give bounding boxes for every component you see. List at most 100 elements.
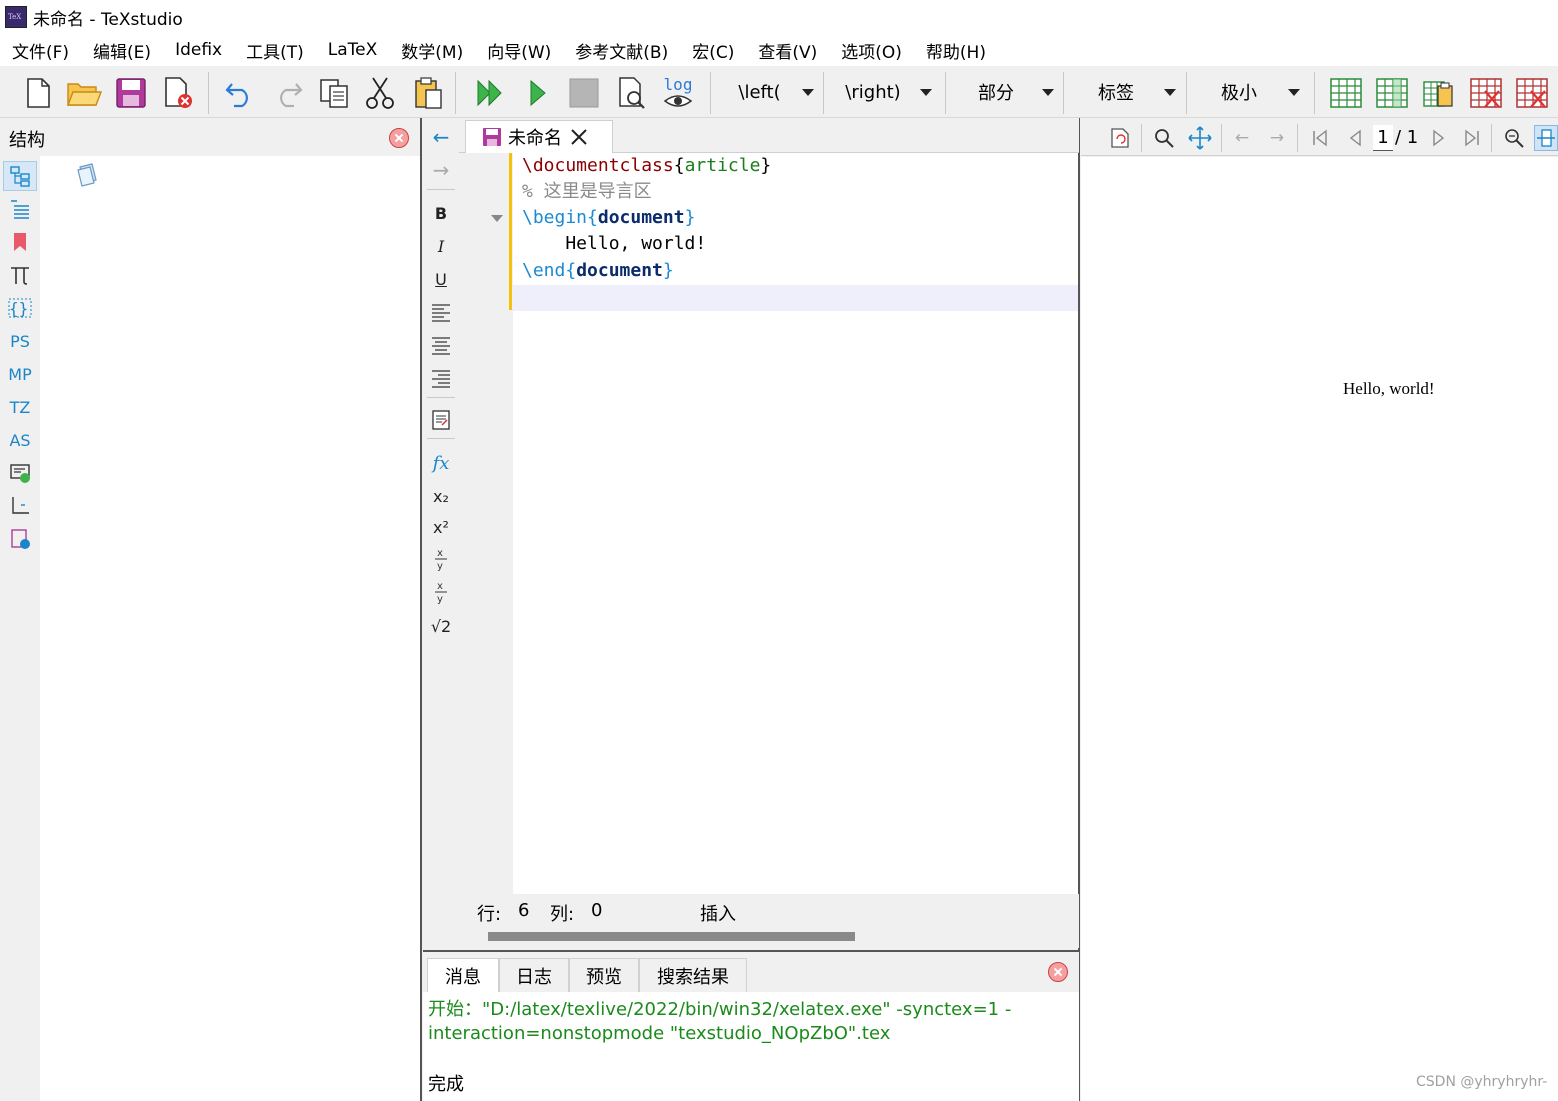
toc-list-icon[interactable] [3,194,37,224]
close-file-icon[interactable] [160,75,196,111]
insert-mode[interactable]: 插入 [700,900,736,926]
panel-splitter[interactable] [420,118,422,1101]
right-delimiter-combo[interactable]: \right) [826,76,938,108]
horizontal-scrollbar[interactable] [459,924,1079,948]
left-delimiter-value: \left( [738,81,781,103]
back-icon[interactable]: ← [1229,125,1255,151]
pan-move-icon[interactable] [1187,125,1213,151]
tab-preview[interactable]: 预览 [569,958,639,992]
fold-arrow-icon[interactable] [491,215,503,222]
code-command: \documentclass [522,155,674,176]
menu-file[interactable]: 文件(F) [0,38,81,63]
table-delete-column-icon[interactable] [1514,75,1550,111]
math-symbols-icon[interactable] [3,260,37,290]
code-argument: article [684,155,761,176]
side-tab-tz[interactable]: TZ [3,392,37,422]
view-log-icon[interactable]: log [660,75,696,111]
script-icon[interactable] [3,524,37,554]
structure-tree-icon[interactable] [3,161,37,191]
table-paste-icon[interactable] [1421,75,1457,111]
paste-icon[interactable] [410,75,446,111]
menu-math[interactable]: 数学(M) [389,38,475,63]
section-combo[interactable]: 部分 [950,76,1060,108]
menu-macros[interactable]: 宏(C) [680,38,746,63]
document-node-icon[interactable] [75,161,101,192]
compile-output-message: 开始："D:/latex/texlive/2022/bin/win32/xela… [428,999,1012,1044]
dfraction-icon[interactable]: xy [427,578,455,606]
function-button[interactable]: fx [427,449,455,477]
subscript-button[interactable]: x₂ [427,482,455,510]
editor-status-bar: 行: 6 列: 0 插入 [459,894,1079,926]
first-page-icon[interactable] [1307,125,1333,151]
fit-width-icon[interactable] [1534,125,1558,151]
underline-button[interactable]: U [427,265,455,293]
side-tab-as[interactable]: AS [3,425,37,455]
document-tab[interactable]: 未命名 [465,120,613,153]
stop-icon[interactable] [566,75,602,111]
close-messages-icon[interactable] [1048,962,1068,982]
menu-view[interactable]: 查看(V) [746,38,829,63]
cut-icon[interactable] [362,75,398,111]
close-structure-icon[interactable] [389,128,409,148]
save-icon[interactable] [113,75,149,111]
left-delimiter-combo[interactable]: \left( [717,76,820,108]
forward-icon[interactable]: → [1264,125,1290,151]
table-add-column-icon[interactable] [1374,75,1410,111]
redo-icon[interactable] [270,75,306,111]
new-file-icon[interactable] [20,75,56,111]
next-page-icon[interactable] [1425,125,1451,151]
compile-icon[interactable] [520,75,556,111]
view-pdf-icon[interactable] [614,75,650,111]
back-arrow-icon[interactable]: ← [427,123,455,151]
document-tab-label: 未命名 [508,128,562,149]
tab-messages[interactable]: 消息 [427,958,499,992]
menu-latex[interactable]: LaTeX [316,40,390,60]
menu-tools[interactable]: 工具(T) [234,38,316,63]
page-number-input[interactable]: 1 [1373,125,1393,151]
square-root-button[interactable]: √2 [427,612,455,640]
undo-icon[interactable] [222,75,258,111]
side-tab-mp[interactable]: MP [3,359,37,389]
close-tab-icon[interactable] [570,128,588,146]
menu-help[interactable]: 帮助(H) [914,38,998,63]
axis-icon[interactable] [3,491,37,521]
insert-text-icon[interactable] [427,406,455,434]
superscript-button[interactable]: x² [427,513,455,541]
open-folder-icon[interactable] [66,75,102,111]
copy-icon[interactable] [316,75,352,111]
table-icon[interactable] [1328,75,1364,111]
zoom-in-icon[interactable] [1501,125,1527,151]
user-templates-icon[interactable] [3,458,37,488]
menu-edit[interactable]: 编辑(E) [81,38,163,63]
build-and-view-icon[interactable] [472,75,508,111]
magnifier-icon[interactable] [1151,125,1177,151]
line-gutter [459,153,513,894]
bold-button[interactable]: B [427,199,455,227]
align-left-icon[interactable] [427,298,455,326]
align-center-icon[interactable] [427,331,455,359]
italic-button[interactable]: I [427,232,455,260]
align-right-icon[interactable] [427,364,455,392]
last-page-icon[interactable] [1459,125,1485,151]
label-combo[interactable]: 标签 [1068,76,1182,108]
document-tab-bar: 未命名 [459,118,1079,153]
menu-wizards[interactable]: 向导(W) [475,38,563,63]
menu-idefix[interactable]: Idefix [163,40,234,60]
forward-arrow-icon[interactable]: → [427,156,455,184]
code-argument: document [597,207,685,228]
pdf-page[interactable]: Hello, world! CSDN @yhryhryhr- [1081,157,1558,1101]
scrollbar-thumb[interactable] [488,932,855,941]
menu-options[interactable]: 选项(O) [829,38,914,63]
table-delete-row-icon[interactable] [1468,75,1504,111]
size-combo[interactable]: 极小 [1190,76,1306,108]
side-tab-ps[interactable]: PS [3,326,37,356]
tab-log[interactable]: 日志 [499,958,569,992]
bookmark-icon[interactable] [3,227,37,257]
menu-bibliography[interactable]: 参考文献(B) [563,38,680,63]
fraction-icon[interactable]: xy [427,545,455,573]
sync-source-icon[interactable] [1107,125,1133,151]
section-combo-value: 部分 [978,83,1014,104]
braces-icon[interactable]: {} [3,293,37,323]
tab-search-results[interactable]: 搜索结果 [639,958,747,992]
previous-page-icon[interactable] [1343,125,1369,151]
